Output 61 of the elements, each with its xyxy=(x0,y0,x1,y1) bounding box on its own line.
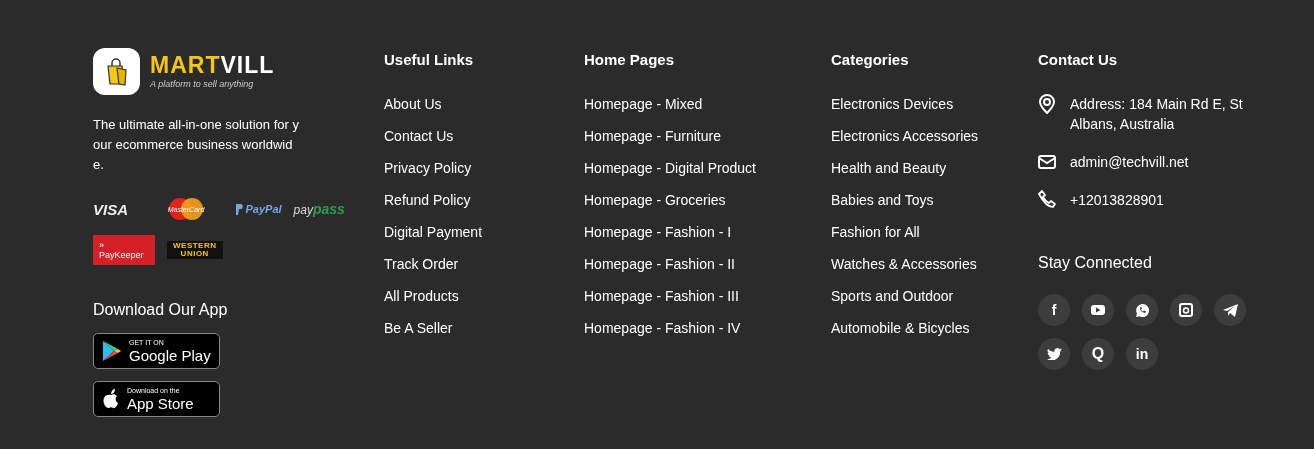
contact-text: admin@techvill.net xyxy=(1070,153,1190,172)
column-title: Contact Us xyxy=(1038,50,1119,70)
footer-link[interactable]: Contact Us xyxy=(384,126,584,146)
footer-link[interactable]: Homepage - Mixed xyxy=(584,94,831,114)
footer-link[interactable]: All Products xyxy=(384,286,584,306)
youtube-icon xyxy=(1091,305,1105,315)
brand-name: VILL xyxy=(220,54,275,77)
twitter-icon xyxy=(1046,348,1062,360)
footer-link[interactable]: Fashion for All xyxy=(831,222,1038,242)
footer-link[interactable]: Be A Seller xyxy=(384,318,584,338)
section-title: Download Our App xyxy=(93,301,229,319)
youtube-button[interactable] xyxy=(1082,294,1114,326)
column-title: Home Pages xyxy=(584,50,676,70)
footer-link[interactable]: Homepage - Digital Product xyxy=(584,158,831,178)
paykeeper-logo: » PayKeeper xyxy=(93,235,155,265)
visa-logo: VISA xyxy=(93,200,129,218)
footer-link[interactable]: Track Order xyxy=(384,254,584,274)
footer-link[interactable]: Homepage - Fashion - I xyxy=(584,222,831,242)
western-union-logo: WESTERN UNION xyxy=(167,241,223,259)
whatsapp-icon xyxy=(1134,302,1150,318)
contact-text: +12013828901 xyxy=(1070,191,1165,210)
footer-link[interactable]: Homepage - Fashion - IV xyxy=(584,318,831,338)
paypass-logo: paypass xyxy=(293,201,345,217)
footer-link[interactable]: Sports and Outdoor xyxy=(831,286,1038,306)
footer-link[interactable]: Homepage - Furniture xyxy=(584,126,831,146)
footer-link[interactable]: Homepage - Groceries xyxy=(584,190,831,210)
footer-link[interactable]: Refund Policy xyxy=(384,190,584,210)
footer-link[interactable]: Watches & Accessories xyxy=(831,254,1038,274)
contact-text: Address: 184 Main Rd E, St Albans, Australia xyxy=(1070,95,1244,134)
footer-link[interactable]: About Us xyxy=(384,94,584,114)
instagram-icon xyxy=(1179,303,1193,317)
whatsapp-button[interactable] xyxy=(1126,294,1158,326)
logo-icon xyxy=(93,48,140,95)
paypal-logo: PayPal xyxy=(234,203,282,215)
footer-link[interactable]: Electronics Devices xyxy=(831,94,1038,114)
telegram-button[interactable] xyxy=(1214,294,1246,326)
envelope-icon xyxy=(1038,155,1056,169)
location-pin-icon xyxy=(1038,94,1056,114)
play-icon xyxy=(102,340,122,362)
footer-link[interactable]: Homepage - Fashion - III xyxy=(584,286,831,306)
footer-link[interactable]: Babies and Toys xyxy=(831,190,1038,210)
footer-link[interactable]: Electronics Accessories xyxy=(831,126,1038,146)
footer-link[interactable]: Privacy Policy xyxy=(384,158,584,178)
linkedin-button[interactable]: in xyxy=(1126,338,1158,370)
column-title: Categories xyxy=(831,50,910,70)
column-title: Useful Links xyxy=(384,50,475,70)
footer-link[interactable]: Digital Payment xyxy=(384,222,584,242)
telegram-icon xyxy=(1222,303,1238,317)
facebook-button[interactable]: f xyxy=(1038,294,1070,326)
apple-icon xyxy=(102,388,120,410)
twitter-button[interactable] xyxy=(1038,338,1070,370)
brand-name: MART xyxy=(150,54,221,77)
brand-description: The ultimate all-in-one solution for your ecommerce business worldwide. xyxy=(93,116,300,174)
footer-link[interactable]: Homepage - Fashion - II xyxy=(584,254,831,274)
footer-link[interactable]: Automobile & Bicycles xyxy=(831,318,1038,338)
instagram-button[interactable] xyxy=(1170,294,1202,326)
section-title: Stay Connected xyxy=(1038,254,1153,272)
footer-link[interactable]: Health and Beauty xyxy=(831,158,1038,178)
brand-tagline: A platform to sell anything xyxy=(150,79,255,89)
phone-icon xyxy=(1038,190,1056,208)
quora-button[interactable]: Q xyxy=(1082,338,1114,370)
